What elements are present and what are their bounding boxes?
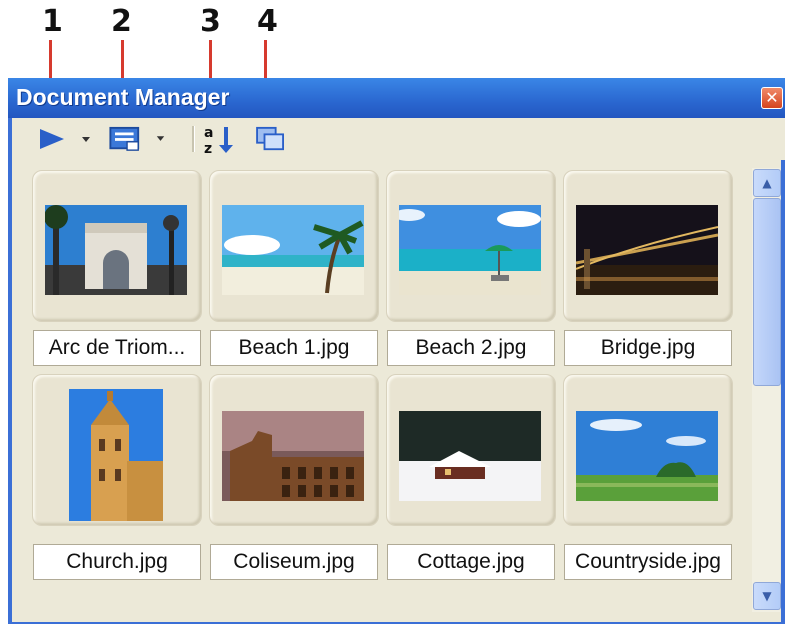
callout-2: 2 [111, 4, 132, 39]
thumbnail-card[interactable] [209, 170, 379, 322]
thumbnail-card[interactable] [32, 374, 202, 526]
sort-az-icon: a [204, 125, 213, 141]
file-name-label[interactable]: Coliseum.jpg [210, 544, 378, 580]
sort-button[interactable]: a z [202, 123, 238, 155]
file-name-label[interactable]: Bridge.jpg [564, 330, 732, 366]
toolbar-separator [192, 126, 195, 152]
thumbnail-card[interactable] [386, 170, 556, 322]
scroll-up-button[interactable]: ▲ [753, 169, 781, 197]
callout-4: 4 [257, 4, 278, 39]
close-icon: ✕ [765, 88, 779, 107]
thumbnail-card[interactable] [209, 374, 379, 526]
toolbar: a z [12, 118, 785, 160]
scroll-down-button[interactable]: ▼ [753, 582, 781, 610]
chevron-down-icon [156, 136, 165, 141]
window-title: Document Manager [16, 84, 230, 110]
callout-1: 1 [42, 4, 63, 39]
chevron-up-icon: ▲ [762, 176, 772, 190]
file-name-label[interactable]: Arc de Triom... [33, 330, 201, 366]
play-button[interactable] [38, 126, 98, 152]
chevron-down-icon: ▼ [762, 589, 772, 603]
file-name-label[interactable]: Beach 2.jpg [387, 330, 555, 366]
countryside-image [576, 411, 718, 501]
bridge-image [576, 205, 718, 295]
vertical-scrollbar[interactable]: ▲ ▼ [752, 168, 781, 612]
thumbnail-card[interactable] [386, 374, 556, 526]
church-image [69, 389, 163, 521]
scroll-thumb[interactable] [753, 198, 781, 386]
thumbnail-panel: Arc de Triom... Beach 1.jpg Beach 2.jpg … [12, 160, 781, 622]
chevron-down-icon [82, 137, 90, 142]
coliseum-image [222, 411, 364, 501]
thumbnail-card[interactable] [563, 374, 733, 526]
duplicate-window-button[interactable] [254, 126, 288, 152]
file-name-label[interactable]: Countryside.jpg [564, 544, 732, 580]
file-name-label[interactable]: Beach 1.jpg [210, 330, 378, 366]
beach-1-image [222, 205, 364, 295]
play-icon [40, 129, 64, 149]
thumbnail-card[interactable] [32, 170, 202, 322]
arc-de-triomphe-image [45, 205, 187, 295]
callout-3: 3 [200, 4, 221, 39]
document-manager-window: Document Manager ✕ a z Arc de Triom... B… [8, 78, 785, 624]
cottage-image [399, 411, 541, 501]
file-name-label[interactable]: Church.jpg [33, 544, 201, 580]
beach-2-image [399, 205, 541, 295]
thumbnail-card[interactable] [563, 170, 733, 322]
close-button[interactable]: ✕ [761, 87, 783, 109]
title-bar[interactable]: Document Manager ✕ [8, 78, 785, 118]
view-mode-button[interactable] [106, 126, 176, 152]
file-name-label[interactable]: Cottage.jpg [387, 544, 555, 580]
svg-text:z: z [204, 141, 212, 155]
